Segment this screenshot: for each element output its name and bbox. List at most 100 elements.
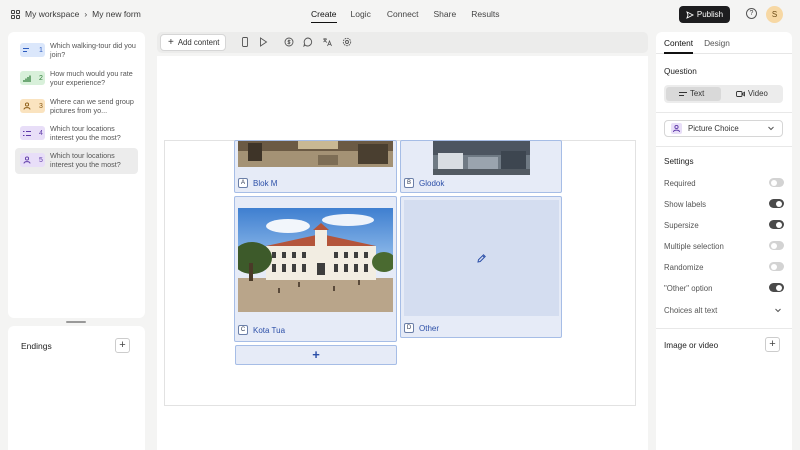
choice-image [238, 208, 393, 312]
choice-letter: C [238, 325, 248, 335]
multiple-choice-icon [23, 130, 31, 136]
question-text: Which tour locations interest you the mo… [50, 124, 121, 142]
setting-label: Required [664, 179, 696, 188]
tab-content[interactable]: Content [664, 38, 693, 48]
question-badge: 4 [20, 126, 45, 140]
question-number: 4 [39, 129, 43, 137]
show-labels-toggle[interactable] [769, 199, 784, 208]
question-type-select[interactable]: Picture Choice [664, 120, 783, 137]
choice-label[interactable]: Other [419, 324, 439, 333]
setting-other-option: "Other" option [664, 283, 784, 293]
setting-choices-alt-text[interactable]: Choices alt text [664, 306, 784, 315]
rating-bars-icon [23, 75, 31, 82]
question-badge: 3 [20, 99, 45, 113]
tab-share[interactable]: Share [434, 9, 457, 23]
edit-pencil-icon[interactable] [476, 253, 487, 264]
panel-tabs: Content Design [664, 38, 730, 48]
add-content-button[interactable]: + Add content [160, 34, 226, 51]
short-text-icon [23, 48, 29, 52]
segment-text[interactable]: Text [679, 89, 704, 98]
question-number: 3 [39, 102, 43, 110]
breadcrumb-workspace[interactable]: My workspace [25, 9, 79, 19]
setting-supersize: Supersize [664, 220, 784, 230]
settings-section-label: Settings [664, 157, 694, 166]
segment-video[interactable]: Video [736, 89, 768, 98]
choice-item-a[interactable]: A Blok M [234, 140, 397, 193]
help-icon[interactable]: ? [746, 8, 757, 19]
choice-letter: B [404, 178, 414, 188]
breadcrumb-chevron-icon: › [84, 9, 88, 19]
avatar[interactable]: S [766, 6, 783, 23]
choice-footer: B Glodok [404, 178, 444, 188]
question-item-1[interactable]: 1 Which walking-tour did you join? [15, 38, 138, 64]
top-bar: My workspace › My new form Create Logic … [0, 0, 800, 29]
multiple-selection-toggle[interactable] [769, 241, 784, 250]
choice-footer: A Blok M [238, 178, 277, 188]
tab-create[interactable]: Create [311, 9, 337, 23]
setting-show-labels: Show labels [664, 199, 784, 209]
add-media-button[interactable]: + [765, 337, 780, 352]
panel-resize-handle[interactable] [66, 321, 86, 323]
currency-icon[interactable] [284, 37, 294, 47]
text-lines-icon [679, 91, 687, 96]
question-section-label: Question [664, 67, 697, 76]
add-choice-button[interactable]: + [235, 345, 397, 365]
question-text: Where can we send group pictures from yo… [50, 97, 134, 115]
breadcrumb-form-name[interactable]: My new form [92, 9, 141, 19]
tab-design[interactable]: Design [704, 38, 730, 48]
translate-icon[interactable] [322, 37, 332, 47]
section-divider [656, 146, 792, 147]
picture-choice-icon [23, 156, 31, 164]
add-ending-button[interactable]: + [115, 338, 130, 353]
choice-letter: D [404, 323, 414, 333]
question-text: Which walking-tour did you join? [50, 41, 136, 59]
chevron-down-icon [775, 308, 781, 313]
publish-label: Publish [696, 10, 724, 19]
question-type-label: Picture Choice [688, 124, 739, 133]
publish-button[interactable]: Publish [679, 6, 730, 23]
supersize-toggle[interactable] [769, 220, 784, 229]
choice-item-c[interactable]: C Kota Tua [234, 196, 397, 342]
active-tab-indicator [664, 52, 693, 54]
question-item-2[interactable]: 2 How much would you rate your experienc… [15, 66, 138, 92]
comment-icon[interactable] [303, 37, 313, 47]
properties-panel: Content Design Question Text Video Pictu… [656, 32, 792, 450]
setting-label: Choices alt text [664, 306, 718, 315]
choice-item-b[interactable]: B Glodok [400, 140, 562, 193]
choice-footer: D Other [404, 323, 439, 333]
video-camera-icon [736, 90, 745, 97]
choice-item-other[interactable]: D Other [400, 196, 562, 338]
setting-multiple-selection: Multiple selection [664, 241, 784, 251]
mobile-preview-icon[interactable] [240, 37, 250, 47]
choice-footer: C Kota Tua [238, 325, 285, 335]
chevron-down-icon [768, 126, 774, 131]
breadcrumb: My workspace › My new form [11, 9, 141, 19]
question-item-4[interactable]: 4 Which tour locations interest you the … [15, 121, 138, 147]
required-toggle[interactable] [769, 178, 784, 187]
text-video-toggle: Text Video [664, 85, 783, 103]
tab-connect[interactable]: Connect [387, 9, 419, 23]
setting-label: Supersize [664, 221, 699, 230]
question-badge: 1 [20, 43, 45, 57]
plus-icon: + [168, 36, 174, 48]
play-preview-icon[interactable] [258, 37, 268, 47]
editor-toolbar: + Add content [157, 32, 648, 53]
setting-randomize: Randomize [664, 262, 784, 272]
tab-logic[interactable]: Logic [351, 9, 371, 23]
other-option-toggle[interactable] [769, 283, 784, 292]
question-item-3[interactable]: 3 Where can we send group pictures from … [15, 94, 138, 120]
question-number: 5 [39, 156, 43, 164]
randomize-toggle[interactable] [769, 262, 784, 271]
choice-label[interactable]: Blok M [253, 179, 277, 188]
choice-image [433, 141, 530, 175]
question-badge: 2 [20, 71, 45, 85]
tab-results[interactable]: Results [471, 9, 499, 23]
choice-label[interactable]: Kota Tua [253, 326, 285, 335]
section-divider [656, 328, 792, 329]
endings-label: Endings [21, 341, 52, 351]
choice-letter: A [238, 178, 248, 188]
question-item-5[interactable]: 5 Which tour locations interest you the … [15, 148, 138, 174]
setting-required: Required [664, 178, 784, 188]
settings-gear-icon[interactable] [342, 37, 352, 47]
choice-label[interactable]: Glodok [419, 179, 444, 188]
